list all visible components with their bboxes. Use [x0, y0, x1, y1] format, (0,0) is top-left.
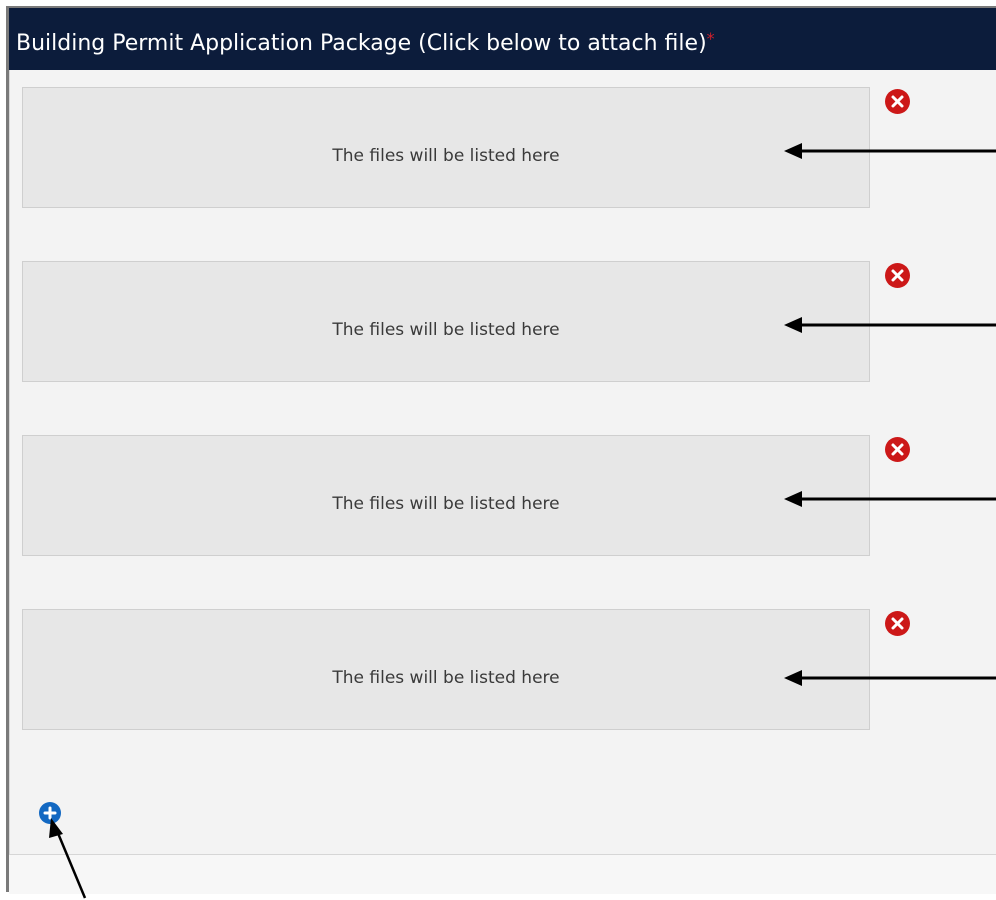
remove-circle-icon	[891, 95, 904, 108]
annotation-arrow-2	[784, 317, 996, 333]
annotation-arrow-3	[784, 491, 996, 507]
file-slot-placeholder: The files will be listed here	[332, 320, 560, 340]
remove-circle-icon	[891, 617, 904, 630]
remove-circle-icon	[891, 443, 904, 456]
file-drop-slot-2[interactable]: The files will be listed here	[22, 261, 870, 382]
required-asterisk: *	[706, 29, 715, 48]
file-slot-placeholder: The files will be listed here	[332, 668, 560, 688]
remove-circle-icon	[891, 269, 904, 282]
section-title: Building Permit Application Package (Cli…	[16, 31, 707, 56]
remove-file-button-2[interactable]	[885, 263, 910, 288]
remove-file-button-3[interactable]	[885, 437, 910, 462]
file-slot-placeholder: The files will be listed here	[332, 146, 560, 166]
file-drop-slot-4[interactable]: The files will be listed here	[22, 609, 870, 730]
file-drop-slot-3[interactable]: The files will be listed here	[22, 435, 870, 556]
remove-file-button-1[interactable]	[885, 89, 910, 114]
section-header: Building Permit Application Package (Cli…	[9, 8, 996, 70]
section-footer	[9, 855, 996, 894]
annotation-arrow-4	[784, 670, 996, 686]
file-upload-panel: Building Permit Application Package (Cli…	[6, 6, 996, 899]
annotation-arrow-1	[784, 143, 996, 159]
panel-divider	[9, 70, 10, 892]
annotation-arrow-add	[49, 818, 87, 899]
remove-file-button-4[interactable]	[885, 611, 910, 636]
file-drop-slot-1[interactable]: The files will be listed here	[22, 87, 870, 208]
file-slot-placeholder: The files will be listed here	[332, 494, 560, 514]
